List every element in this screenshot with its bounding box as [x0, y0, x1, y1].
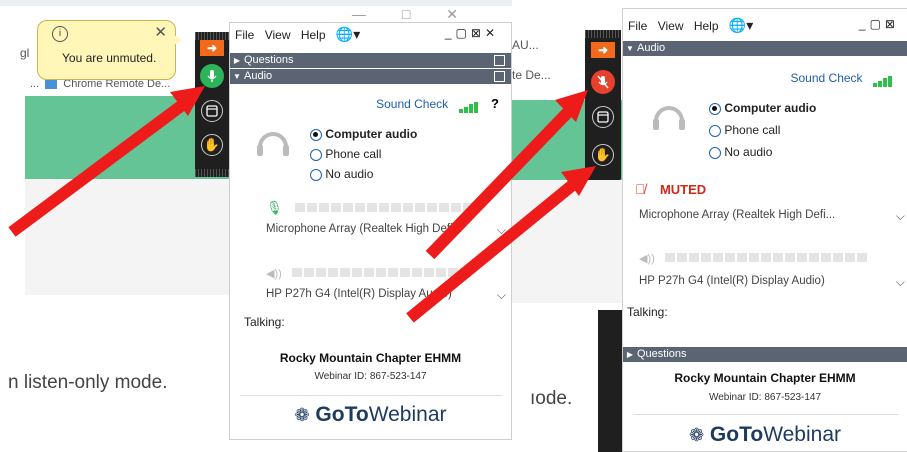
annotation-arrows — [8, 86, 596, 323]
red-arrow-1 — [8, 86, 205, 237]
